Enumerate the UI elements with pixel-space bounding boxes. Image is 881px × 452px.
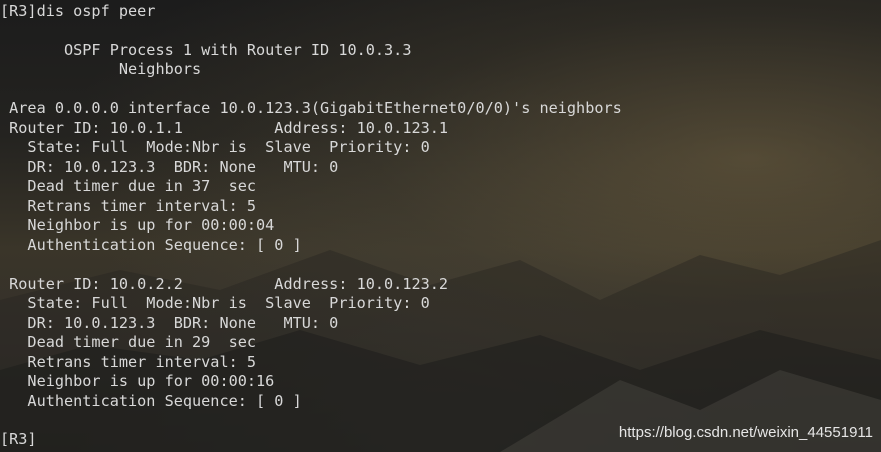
terminal-line: Area 0.0.0.0 interface 10.0.123.3(Gigabi…: [0, 99, 622, 117]
terminal-line: Router ID: 10.0.2.2 Address: 10.0.123.2: [0, 275, 449, 293]
terminal-line: OSPF Process 1 with Router ID 10.0.3.3: [0, 41, 412, 59]
terminal-line: DR: 10.0.123.3 BDR: None MTU: 0: [0, 314, 339, 332]
terminal-line: DR: 10.0.123.3 BDR: None MTU: 0: [0, 158, 339, 176]
terminal-line: Retrans timer interval: 5: [0, 353, 257, 371]
terminal-output: [R3]dis ospf peer OSPF Process 1 with Ro…: [0, 0, 881, 452]
terminal-line: Authentication Sequence: [ 0 ]: [0, 236, 302, 254]
terminal-line: Neighbors: [0, 60, 202, 78]
terminal-line: Router ID: 10.0.1.1 Address: 10.0.123.1: [0, 119, 449, 137]
terminal-line: Dead timer due in 29 sec: [0, 333, 257, 351]
terminal-line: Neighbor is up for 00:00:16: [0, 372, 275, 390]
terminal-line: Retrans timer interval: 5: [0, 197, 257, 215]
terminal-line: [R3]dis ospf peer: [0, 2, 156, 20]
terminal-line: Dead timer due in 37 sec: [0, 177, 257, 195]
terminal-line: State: Full Mode:Nbr is Slave Priority: …: [0, 294, 430, 312]
terminal-prompt: [R3]: [0, 430, 37, 448]
terminal-line: Neighbor is up for 00:00:04: [0, 216, 275, 234]
terminal-line: Authentication Sequence: [ 0 ]: [0, 392, 302, 410]
terminal-line: State: Full Mode:Nbr is Slave Priority: …: [0, 138, 430, 156]
watermark-url: https://blog.csdn.net/weixin_44551911: [618, 424, 873, 441]
